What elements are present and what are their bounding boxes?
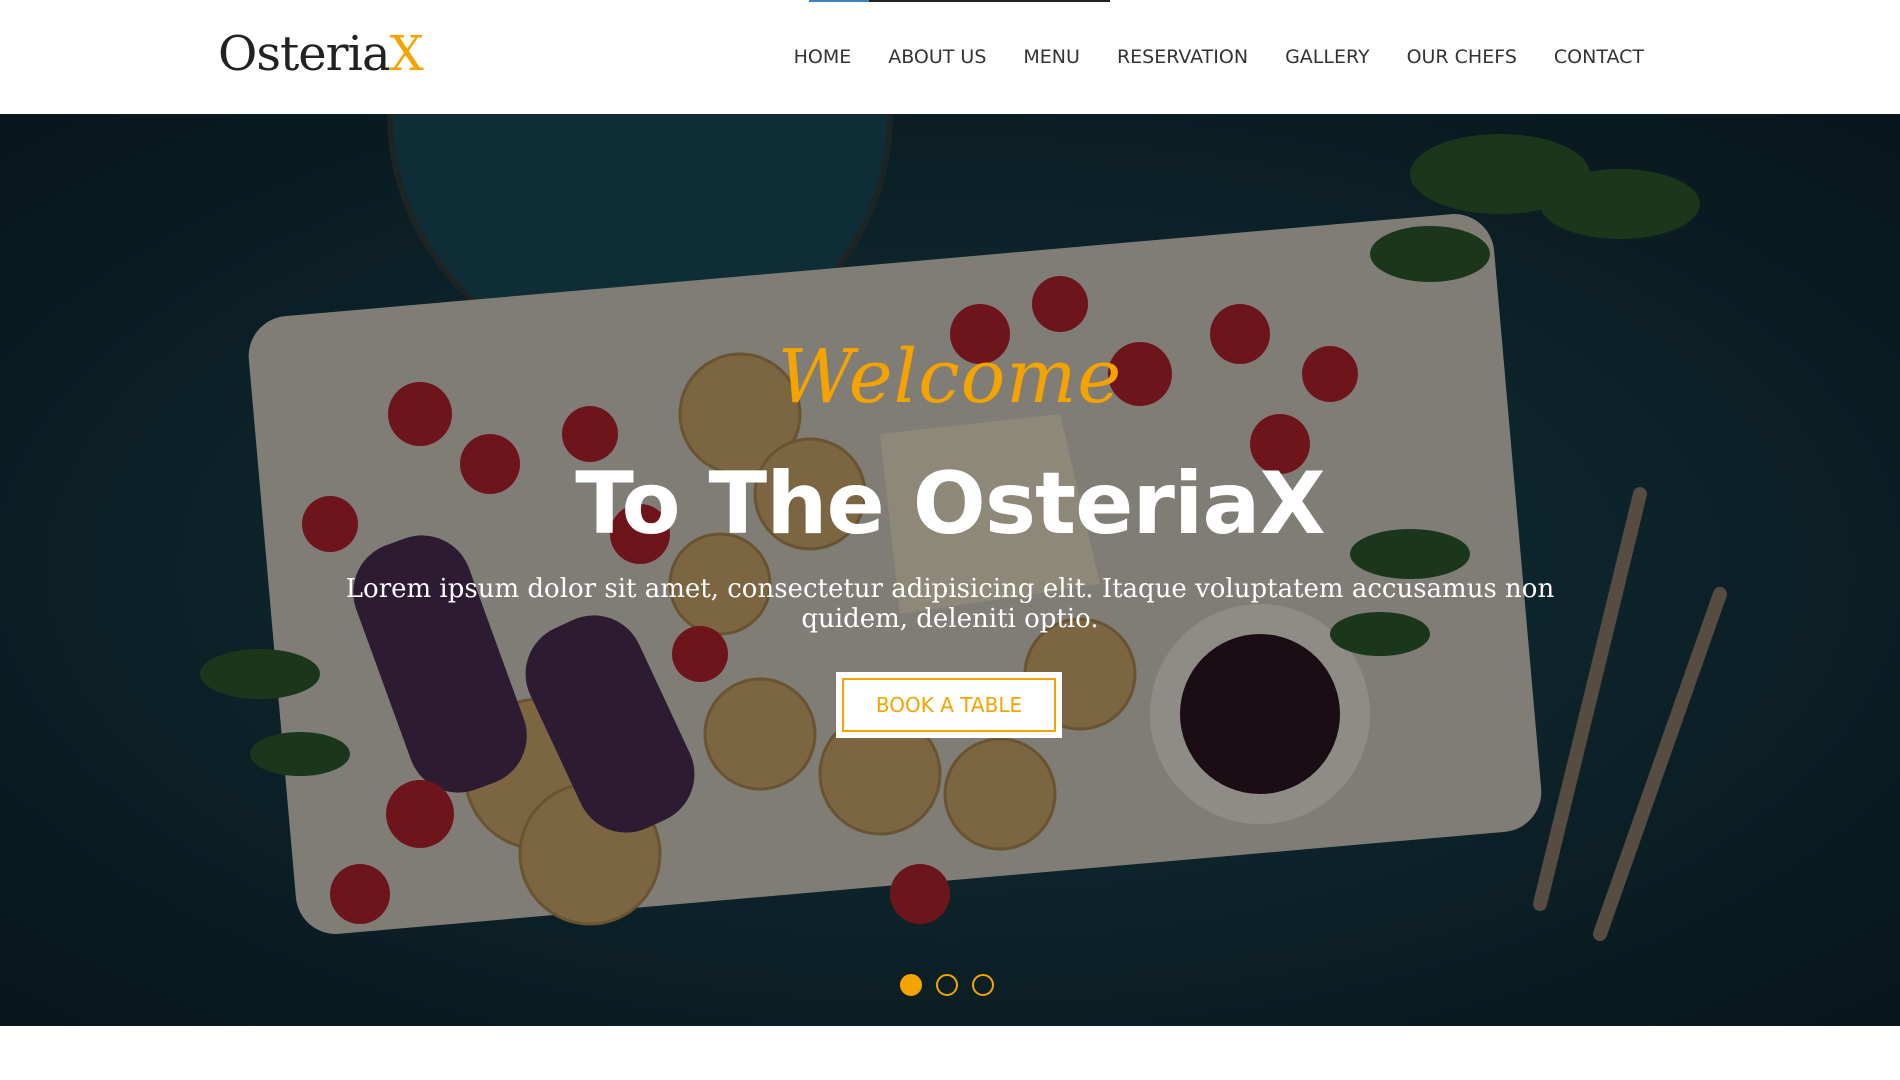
hero-slider: Welcome To The OsteriaX Lorem ipsum dolo…: [0, 114, 1900, 1026]
nav-reservation[interactable]: RESERVATION: [1117, 42, 1248, 72]
slider-dot-3[interactable]: [972, 974, 994, 996]
slider-dots: [900, 974, 994, 996]
book-a-table-button[interactable]: BOOK A TABLE: [836, 672, 1062, 738]
nav-contact[interactable]: CONTACT: [1554, 42, 1644, 72]
top-divider-accent: [809, 0, 869, 2]
hero-subtext: Lorem ipsum dolor sit amet, consectetur …: [345, 574, 1555, 634]
nav-menu[interactable]: MENU: [1023, 42, 1080, 72]
slider-dot-2[interactable]: [936, 974, 958, 996]
slider-dot-1[interactable]: [900, 974, 922, 996]
nav-gallery[interactable]: GALLERY: [1285, 42, 1370, 72]
book-a-table-label: BOOK A TABLE: [842, 678, 1056, 732]
hero-overlay: [0, 114, 1900, 1026]
nav-about-us[interactable]: ABOUT US: [888, 42, 986, 72]
site-logo[interactable]: OsteriaX: [218, 24, 424, 84]
nav-home[interactable]: HOME: [794, 42, 852, 72]
nav-our-chefs[interactable]: OUR CHEFS: [1407, 42, 1517, 72]
main-nav: HOME ABOUT US MENU RESERVATION GALLERY O…: [757, 42, 1644, 72]
hero-headline: To The OsteriaX: [575, 454, 1325, 554]
logo-text-accent: X: [389, 26, 424, 82]
site-header: OsteriaX HOME ABOUT US MENU RESERVATION …: [0, 0, 1900, 114]
hero-welcome-text: Welcome: [777, 334, 1123, 420]
logo-text-main: Osteria: [218, 26, 391, 82]
